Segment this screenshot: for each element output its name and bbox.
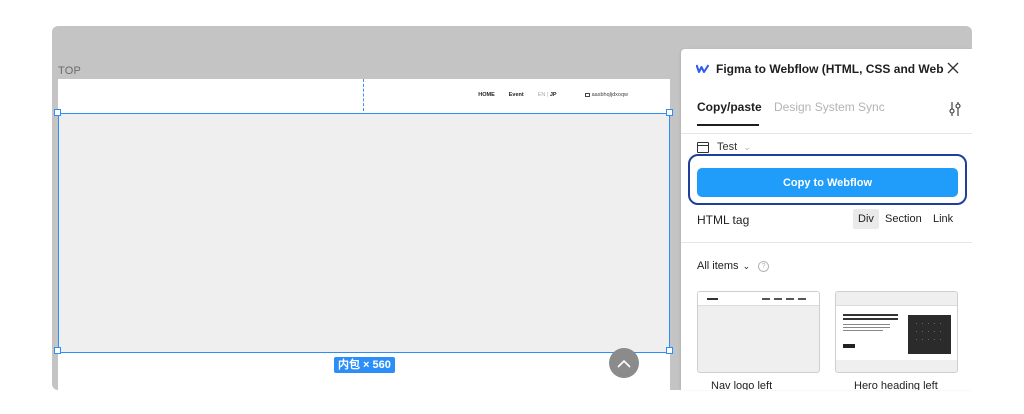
html-tag-row: HTML tag Div Section Link [681, 205, 972, 243]
copy-to-webflow-button[interactable]: Copy to Webflow [697, 168, 958, 197]
template-label: Hero heading left [854, 380, 938, 390]
active-tab-indicator [697, 124, 759, 126]
resize-handle-bottom-right[interactable] [666, 347, 673, 354]
webflow-logo-icon [696, 64, 709, 73]
image-placeholder [908, 315, 951, 354]
lang-jp: JP [549, 92, 557, 98]
items-filter-label: All items [697, 260, 739, 272]
layout-guide [363, 79, 364, 111]
nav-home[interactable]: HOME [478, 92, 495, 98]
hero-preview [836, 306, 957, 360]
resize-handle-bottom-left[interactable] [54, 347, 61, 354]
user-email: aasbhqljdxoqw [591, 92, 628, 98]
html-tag-link[interactable]: Link [928, 209, 958, 229]
frame-label[interactable]: TOP [58, 65, 81, 77]
language-switch[interactable]: EN | JP [538, 92, 557, 98]
size-badge: 内包 × 560 [334, 357, 395, 373]
chevron-down-icon: ⌄ [743, 141, 751, 152]
html-tag-section[interactable]: Section [880, 209, 927, 229]
nav-preview [698, 292, 819, 306]
site-nav: HOME Event EN | JP aasbhqljdxoqw [464, 92, 628, 98]
html-tag-label: HTML tag [697, 213, 750, 227]
canvas-frame[interactable]: HOME Event EN | JP aasbhqljdxoqw [58, 79, 670, 390]
frame-selector[interactable]: Test ⌄ [697, 139, 751, 155]
template-label: Nav logo left [711, 380, 773, 390]
frame-selector-value: Test [717, 141, 738, 153]
resize-handle-top-left[interactable] [54, 109, 61, 116]
chevron-up-icon [617, 359, 631, 368]
tab-design-system-sync[interactable]: Design System Sync [774, 100, 885, 114]
help-icon[interactable]: ? [758, 260, 770, 272]
items-filter-dropdown[interactable]: All items ⌄ ? [697, 260, 770, 272]
scroll-to-top-button[interactable] [609, 348, 639, 378]
tab-copy-paste[interactable]: Copy/paste [697, 100, 762, 114]
template-card-hero-heading-left[interactable] [835, 291, 958, 373]
nav-event[interactable]: Event [509, 92, 524, 98]
plugin-panel: Figma to Webflow (HTML, CSS and Websit..… [681, 49, 972, 390]
chevron-down-icon: ⌄ [742, 260, 751, 271]
resize-handle-top-right[interactable] [666, 109, 673, 116]
settings-sliders-icon[interactable] [948, 101, 962, 117]
panel-tabs: Copy/paste Design System Sync [681, 89, 972, 134]
panel-header: Figma to Webflow (HTML, CSS and Websit..… [681, 49, 972, 89]
frame-icon [697, 141, 709, 153]
selected-frame[interactable] [58, 113, 670, 353]
user-account[interactable]: aasbhqljdxoqw [584, 92, 628, 98]
template-card-nav-logo-left[interactable] [697, 291, 820, 373]
lang-en: EN [537, 92, 546, 98]
html-tag-div[interactable]: Div [853, 209, 879, 229]
lang-separator: | [546, 92, 549, 98]
site-header[interactable]: HOME Event EN | JP aasbhqljdxoqw [58, 79, 670, 112]
panel-title: Figma to Webflow (HTML, CSS and Websit..… [716, 62, 944, 76]
mail-icon [584, 93, 590, 97]
close-icon[interactable] [946, 61, 960, 75]
